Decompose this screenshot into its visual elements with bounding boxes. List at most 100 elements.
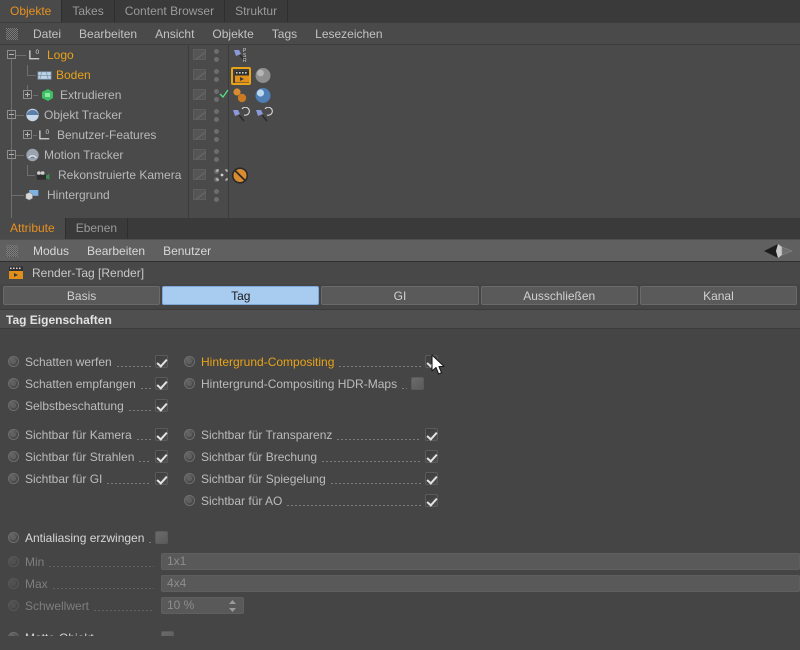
- anim-radio-icon[interactable]: [8, 356, 19, 367]
- visibility-dot-editor[interactable]: [214, 109, 219, 114]
- tree-row-hintergrund[interactable]: Hintergrund: [0, 185, 800, 205]
- anim-radio-icon[interactable]: [8, 556, 19, 567]
- grip-handle-icon[interactable]: [6, 27, 18, 40]
- visibility-dot-render[interactable]: [214, 77, 219, 82]
- tab-attribute[interactable]: Attribute: [0, 218, 66, 239]
- object-tree[interactable]: 0 Logo P S R Boden Extrudieren Objekt Tr…: [0, 44, 800, 218]
- checkbox-schatten-empfangen[interactable]: [155, 377, 168, 390]
- grip-handle-icon[interactable]: [6, 244, 18, 257]
- property-hintergrund-compositing[interactable]: Hintergrund-Compositing: [184, 351, 438, 372]
- visibility-dot-render[interactable]: [214, 57, 219, 62]
- anim-radio-icon[interactable]: [8, 473, 19, 484]
- layer-swatch[interactable]: [193, 89, 206, 100]
- render-tag-icon[interactable]: [231, 67, 251, 85]
- menu-bearbeiten-attr[interactable]: Bearbeiten: [78, 240, 154, 262]
- menu-objekte[interactable]: Objekte: [203, 23, 262, 45]
- twisty-extrudieren[interactable]: [23, 90, 32, 99]
- anim-radio-icon[interactable]: [8, 532, 19, 543]
- anim-radio-icon[interactable]: [8, 378, 19, 389]
- menu-lesezeichen[interactable]: Lesezeichen: [306, 23, 391, 45]
- field-min[interactable]: 1x1: [161, 553, 800, 570]
- twisty-benutzer-features[interactable]: [23, 130, 32, 139]
- checkbox-sichtbar-fuer-spiegelung[interactable]: [425, 472, 438, 485]
- tree-row-logo[interactable]: 0 Logo P S R: [0, 45, 800, 65]
- tree-row-extrudieren[interactable]: Extrudieren: [0, 85, 800, 105]
- property-hintergrund-compositing-hdr[interactable]: Hintergrund-Compositing HDR-Maps: [184, 373, 438, 394]
- anim-radio-icon[interactable]: [184, 473, 195, 484]
- property-schatten-werfen[interactable]: Schatten werfen: [8, 351, 168, 372]
- layer-swatch[interactable]: [193, 49, 206, 60]
- anim-radio-icon[interactable]: [8, 600, 19, 611]
- visibility-dot-editor[interactable]: [214, 49, 219, 54]
- twisty-objekt-tracker[interactable]: [7, 110, 16, 119]
- tree-row-benutzer-features[interactable]: 0 Benutzer-Features: [0, 125, 800, 145]
- visibility-dot-render[interactable]: [214, 117, 219, 122]
- checkbox-antialiasing-erzwingen[interactable]: [155, 531, 168, 544]
- property-antialiasing-erzwingen[interactable]: Antialiasing erzwingen: [8, 527, 168, 548]
- tree-row-rekonstruierte-kamera[interactable]: Rekonstruierte Kamera: [0, 165, 800, 185]
- tree-row-boden[interactable]: Boden: [0, 65, 800, 85]
- layer-swatch[interactable]: [193, 169, 206, 180]
- checkbox-schatten-werfen[interactable]: [155, 355, 168, 368]
- twisty-logo[interactable]: [7, 50, 16, 59]
- tree-row-objekt-tracker[interactable]: Objekt Tracker: [0, 105, 800, 125]
- tab-content-browser[interactable]: Content Browser: [114, 0, 226, 22]
- layer-swatch[interactable]: [193, 149, 206, 160]
- checkbox-sichtbar-fuer-gi[interactable]: [155, 472, 168, 485]
- checkbox-selbstbeschattung[interactable]: [155, 399, 168, 412]
- property-sichtbar-fuer-spiegelung[interactable]: Sichtbar für Spiegelung: [184, 468, 438, 489]
- visibility-dot-render[interactable]: [214, 157, 219, 162]
- mode-button-tag[interactable]: Tag: [162, 286, 320, 305]
- visibility-dot-editor[interactable]: [214, 129, 219, 134]
- visibility-dot-render[interactable]: [214, 197, 219, 202]
- property-matte-objekt[interactable]: Matte-Objekt: [8, 627, 158, 636]
- property-schatten-empfangen[interactable]: Schatten empfangen: [8, 373, 168, 394]
- menu-tags[interactable]: Tags: [263, 23, 306, 45]
- constraint-tag-icon[interactable]: [231, 107, 251, 124]
- mode-button-basis[interactable]: Basis: [3, 286, 161, 305]
- property-sichtbar-fuer-gi[interactable]: Sichtbar für GI: [8, 468, 168, 489]
- anim-radio-icon[interactable]: [184, 378, 195, 389]
- tab-struktur[interactable]: Struktur: [225, 0, 289, 22]
- menu-modus[interactable]: Modus: [24, 240, 78, 262]
- anim-radio-icon[interactable]: [184, 356, 195, 367]
- checkbox-sichtbar-fuer-kamera[interactable]: [155, 428, 168, 441]
- field-max[interactable]: 4x4: [161, 575, 800, 592]
- mode-button-gi[interactable]: GI: [321, 286, 479, 305]
- menu-datei[interactable]: Datei: [24, 23, 70, 45]
- property-sichtbar-fuer-kamera[interactable]: Sichtbar für Kamera: [8, 424, 168, 445]
- checkbox-sichtbar-fuer-brechung[interactable]: [425, 450, 438, 463]
- visibility-dot-render[interactable]: [214, 137, 219, 142]
- layer-swatch[interactable]: [193, 69, 206, 80]
- anim-radio-icon[interactable]: [8, 578, 19, 589]
- twisty-motion-tracker[interactable]: [7, 150, 16, 159]
- anim-radio-icon[interactable]: [184, 495, 195, 506]
- visibility-dot-editor[interactable]: [214, 69, 219, 74]
- anim-radio-icon[interactable]: [184, 451, 195, 462]
- menu-bearbeiten[interactable]: Bearbeiten: [70, 23, 146, 45]
- material-tag-icon[interactable]: [254, 67, 272, 84]
- property-sichtbar-fuer-strahlen[interactable]: Sichtbar für Strahlen: [8, 446, 168, 467]
- property-sichtbar-fuer-transparenz[interactable]: Sichtbar für Transparenz: [184, 424, 438, 445]
- property-sichtbar-fuer-ao[interactable]: Sichtbar für AO: [184, 490, 438, 511]
- checkbox-hintergrund-compositing[interactable]: [425, 355, 438, 368]
- checkbox-matte-objekt[interactable]: [161, 631, 174, 636]
- texture-tag-icon[interactable]: [231, 87, 251, 104]
- layer-swatch[interactable]: [193, 129, 206, 140]
- menu-ansicht[interactable]: Ansicht: [146, 23, 203, 45]
- material-tag-icon[interactable]: [254, 87, 272, 104]
- anim-radio-icon[interactable]: [184, 429, 195, 440]
- property-sichtbar-fuer-brechung[interactable]: Sichtbar für Brechung: [184, 446, 438, 467]
- no-render-tag-icon[interactable]: [231, 167, 249, 184]
- constraint-tag-2-icon[interactable]: [254, 107, 274, 124]
- checkbox-sichtbar-fuer-transparenz[interactable]: [425, 428, 438, 441]
- tree-row-motion-tracker[interactable]: Motion Tracker: [0, 145, 800, 165]
- mode-button-kanal[interactable]: Kanal: [639, 286, 798, 305]
- checkbox-hintergrund-compositing-hdr[interactable]: [411, 377, 425, 390]
- checkbox-sichtbar-fuer-strahlen[interactable]: [155, 450, 168, 463]
- protection-tag-icon[interactable]: P S R: [231, 47, 249, 63]
- anim-radio-icon[interactable]: [8, 451, 19, 462]
- layer-swatch[interactable]: [193, 109, 206, 120]
- navigation-arrows[interactable]: [742, 242, 794, 260]
- visibility-dot-editor[interactable]: [214, 149, 219, 154]
